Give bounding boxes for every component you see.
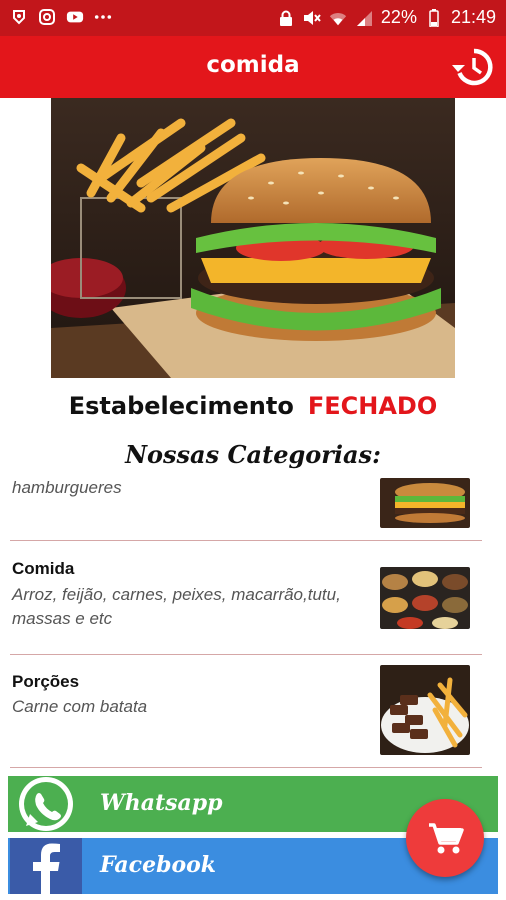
- category-thumbnail: [380, 478, 470, 528]
- whatsapp-label: Whatsapp: [100, 790, 223, 816]
- category-item-comida[interactable]: Comida Arroz, feijão, carnes, peixes, ma…: [0, 541, 506, 654]
- category-name: Porções: [12, 672, 80, 691]
- facebook-icon: [10, 838, 82, 894]
- facebook-label: Facebook: [100, 852, 217, 878]
- status-bar: 22% 21:49: [0, 0, 506, 36]
- category-item-hamburgueres[interactable]: hamburgueres: [0, 470, 506, 540]
- app-bar: comida: [0, 36, 506, 98]
- categories-title: Nossas Categorias:: [125, 440, 381, 469]
- instagram-icon: [38, 8, 56, 26]
- mute-icon: [303, 9, 321, 27]
- establishment-label: Estabelecimento: [68, 392, 294, 420]
- app-notification-icon: [10, 8, 28, 26]
- wifi-icon: [329, 9, 347, 27]
- lock-icon: [277, 9, 295, 27]
- cart-fab-button[interactable]: [406, 799, 484, 877]
- category-description: Carne com batata: [12, 697, 148, 716]
- shopping-cart-icon: [429, 823, 464, 854]
- more-dots-icon: [94, 8, 112, 26]
- clock: 21:49: [450, 7, 496, 27]
- category-name: Comida: [12, 559, 75, 578]
- page-title: comida: [206, 52, 300, 78]
- youtube-icon: [66, 8, 84, 26]
- banner-image: [51, 98, 455, 378]
- category-thumbnail: [380, 665, 470, 755]
- category-thumbnail: [380, 567, 470, 629]
- category-description: Arroz, feijão, carnes, peixes, macarrão,…: [12, 585, 341, 628]
- category-list[interactable]: hamburgueres Comida Arroz, feijão, carne…: [0, 470, 506, 775]
- category-item-porcoes[interactable]: Porções Carne com batata: [0, 655, 506, 767]
- signal-icon: [355, 9, 373, 27]
- whatsapp-icon: [10, 774, 82, 834]
- battery-icon: [425, 8, 443, 27]
- closed-status-badge: FECHADO: [307, 392, 438, 420]
- battery-percent: 22%: [380, 7, 417, 27]
- divider: [10, 767, 482, 768]
- category-description: hamburgueres: [12, 478, 122, 497]
- history-icon[interactable]: [452, 46, 494, 88]
- establishment-status: Estabelecimento FECHADO: [0, 392, 506, 420]
